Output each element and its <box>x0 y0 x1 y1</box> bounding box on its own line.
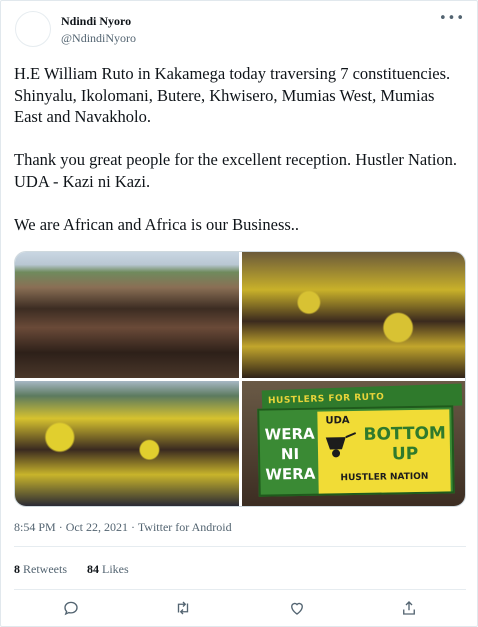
tweet-header: Ndindi Nyoro @NdindiNyoro ••• <box>15 11 465 51</box>
likes-count: 84 <box>87 562 99 576</box>
uda-poster: WERA NI WERA UDA BOTTOM UP HUSTLER NATIO… <box>256 404 455 497</box>
meta-separator: · <box>131 520 136 534</box>
crowd-photo-2[interactable] <box>241 252 465 378</box>
divider <box>14 589 466 590</box>
likes-stat[interactable]: 84 Likes <box>87 562 129 576</box>
heart-icon[interactable] <box>288 599 306 617</box>
tweet-source[interactable]: Twitter for Android <box>138 520 232 534</box>
crowd-photo-3[interactable] <box>15 380 239 506</box>
tweet-meta: 8:54 PM · Oct 22, 2021 · Twitter for And… <box>14 520 232 535</box>
poster-photo-4[interactable]: HUSTLERS FOR RUTO WERA NI WERA UDA BOTTO… <box>241 380 465 506</box>
tweet-actions <box>14 599 466 619</box>
likes-label: Likes <box>102 562 129 576</box>
avatar[interactable] <box>15 11 51 47</box>
retweet-icon[interactable] <box>174 599 192 617</box>
meta-separator: · <box>58 520 63 534</box>
poster-uda: UDA <box>324 414 350 427</box>
tweet-card: Ndindi Nyoro @NdindiNyoro ••• H.E Willia… <box>0 0 478 627</box>
divider <box>14 546 466 547</box>
retweets-count: 8 <box>14 562 20 576</box>
tweet-text: H.E William Ruto in Kakamega today trave… <box>14 63 466 257</box>
media-grid: HUSTLERS FOR RUTO WERA NI WERA UDA BOTTO… <box>14 251 466 507</box>
tweet-paragraph: Thank you great people for the excellent… <box>14 150 458 191</box>
user-name[interactable]: Ndindi Nyoro <box>61 14 131 29</box>
tweet-paragraph: We are African and Africa is our Busines… <box>14 214 300 234</box>
wheelbarrow-icon <box>325 431 356 457</box>
poster-bottom-up: BOTTOM UP <box>362 422 446 464</box>
share-icon[interactable] <box>400 599 418 617</box>
more-horizontal-icon[interactable]: ••• <box>439 11 465 26</box>
tweet-paragraph: H.E William Ruto in Kakamega today trave… <box>14 64 451 126</box>
tweet-date[interactable]: Oct 22, 2021 <box>66 520 128 534</box>
crowd-photo-1[interactable] <box>15 252 239 378</box>
retweets-label: Retweets <box>23 562 67 576</box>
reply-icon[interactable] <box>62 599 80 617</box>
poster-left-text: WERA NI WERA <box>264 424 316 484</box>
tweet-time[interactable]: 8:54 PM <box>14 520 56 534</box>
poster-hustler-nation: HUSTLER NATION <box>339 471 428 483</box>
retweets-stat[interactable]: 8 Retweets <box>14 562 70 576</box>
tweet-stats: 8 Retweets 84 Likes <box>14 562 129 577</box>
user-handle[interactable]: @NdindiNyoro <box>61 31 136 46</box>
poster-yellow-panel: UDA BOTTOM UP HUSTLER NATION <box>316 408 451 494</box>
